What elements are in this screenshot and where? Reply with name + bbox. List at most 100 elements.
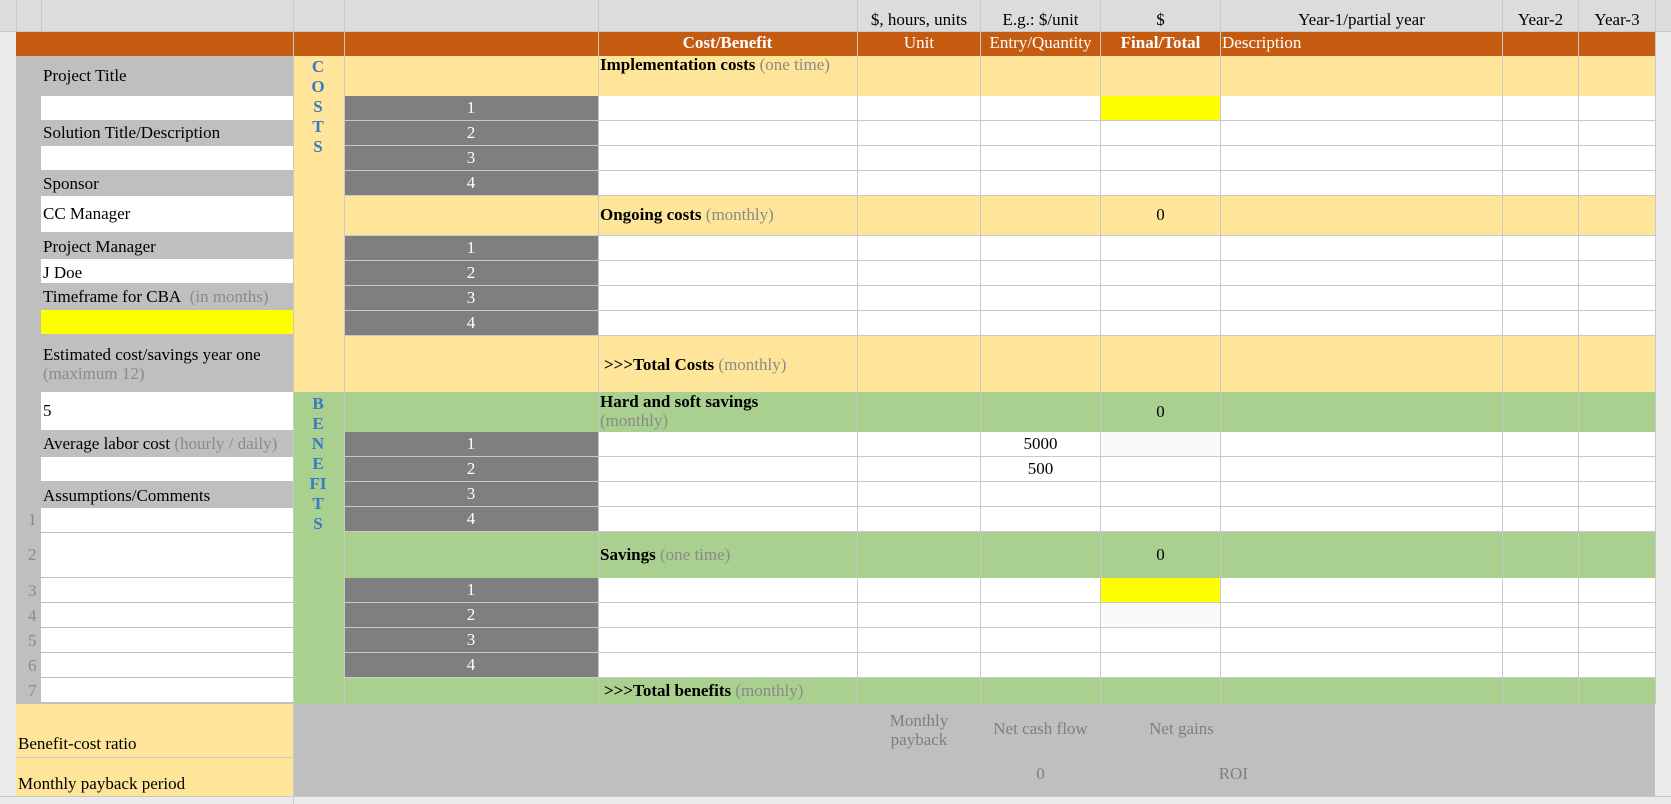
savings-row[interactable] bbox=[598, 653, 1655, 677]
final-hint: $ bbox=[1156, 10, 1165, 29]
implementation-number: 1 bbox=[344, 96, 598, 120]
hard-soft-total: 0 bbox=[1156, 402, 1165, 421]
assumption-number: 7 bbox=[28, 681, 37, 700]
savings-note: (one time) bbox=[660, 545, 731, 564]
benefit-cost-ratio-label: Benefit-cost ratio bbox=[18, 734, 137, 753]
entry-header: Entry/Quantity bbox=[989, 33, 1092, 52]
hard-soft-row[interactable] bbox=[598, 482, 1655, 506]
implementation-number: 2 bbox=[344, 121, 598, 145]
savings-header: Savings (one time) bbox=[598, 545, 856, 565]
grid-h bbox=[344, 602, 1655, 603]
ongoing-number: 2 bbox=[344, 261, 598, 285]
monthly-payback-period-label: Monthly payback period bbox=[18, 774, 186, 793]
labor-input[interactable] bbox=[41, 457, 293, 481]
implementation-row[interactable] bbox=[598, 171, 1655, 195]
costs-vertical-label: COSTS bbox=[311, 57, 325, 156]
hard-soft-header: Hard and soft savings (monthly) bbox=[598, 392, 856, 432]
solution-title-input[interactable] bbox=[41, 146, 293, 170]
assumption-input[interactable] bbox=[41, 678, 293, 702]
labor-note: (hourly / daily) bbox=[174, 434, 278, 453]
entry-hint: E.g.: $/unit bbox=[1002, 10, 1079, 29]
roi-label: ROI bbox=[1218, 764, 1248, 783]
assumption-input[interactable] bbox=[41, 603, 293, 627]
hard-soft-number: 2 bbox=[344, 457, 598, 481]
ongoing-number: 4 bbox=[344, 311, 598, 335]
implementation-number: 3 bbox=[344, 146, 598, 170]
assumption-input[interactable] bbox=[41, 508, 293, 532]
ongoing-number: 1 bbox=[344, 236, 598, 260]
grid-v bbox=[41, 0, 42, 32]
implementation-header: Implementation costs (one time) bbox=[598, 56, 856, 96]
hard-soft-entry-2[interactable]: 500 bbox=[981, 459, 1100, 479]
total-benefits-title: >>>Total benefits bbox=[604, 681, 732, 700]
hard-soft-number: 4 bbox=[344, 507, 598, 531]
savings-row[interactable] bbox=[598, 628, 1655, 652]
hard-soft-number: 1 bbox=[344, 432, 598, 456]
ongoing-total: 0 bbox=[1156, 205, 1165, 224]
net-cash-flow-label: Net cash flow bbox=[993, 719, 1088, 738]
hard-soft-row[interactable] bbox=[598, 507, 1655, 531]
implementation-number: 4 bbox=[344, 171, 598, 195]
grid-v bbox=[857, 0, 858, 704]
implementation-row[interactable] bbox=[598, 121, 1655, 145]
savings-total: 0 bbox=[1156, 545, 1165, 564]
implementation-total-cell[interactable] bbox=[1101, 96, 1220, 120]
grid-h bbox=[344, 456, 1655, 457]
project-manager-input[interactable]: J Doe bbox=[41, 259, 293, 283]
grid-h bbox=[344, 235, 1655, 236]
assumption-number: 2 bbox=[28, 545, 37, 564]
year2-header: Year-2 bbox=[1517, 10, 1564, 29]
savings-final-cell[interactable] bbox=[1101, 578, 1220, 602]
hard-soft-number: 3 bbox=[344, 482, 598, 506]
implementation-title: Implementation costs bbox=[600, 56, 756, 74]
grid-v bbox=[1578, 0, 1579, 704]
total-benefits-note: (monthly) bbox=[735, 681, 804, 700]
savings-number: 2 bbox=[344, 603, 598, 627]
grid-v bbox=[1220, 0, 1221, 704]
project-title-input[interactable] bbox=[41, 96, 293, 120]
timeframe-input[interactable] bbox=[41, 310, 293, 334]
year1-header: Year-1/partial year bbox=[1298, 10, 1425, 29]
assumption-input[interactable] bbox=[41, 653, 293, 677]
year3-header: Year-3 bbox=[1594, 10, 1640, 29]
ongoing-row[interactable] bbox=[598, 311, 1655, 335]
implementation-row[interactable] bbox=[598, 146, 1655, 170]
grid-h bbox=[344, 120, 1655, 121]
grid-h bbox=[344, 652, 1655, 653]
assumption-input[interactable] bbox=[41, 628, 293, 652]
grid-v bbox=[1502, 0, 1503, 704]
sponsor-input[interactable]: CC Manager bbox=[41, 196, 293, 232]
hard-soft-row[interactable] bbox=[598, 457, 1655, 481]
monthly-payback-label: Monthly payback bbox=[889, 711, 949, 749]
assumption-number: 4 bbox=[28, 606, 37, 625]
ongoing-title: Ongoing costs bbox=[600, 205, 702, 224]
timeframe-note: (in months) bbox=[189, 287, 269, 306]
assumption-input[interactable] bbox=[41, 578, 293, 602]
description-header: Description bbox=[1222, 33, 1302, 52]
project-title-label: Project Title bbox=[43, 66, 127, 85]
spreadsheet: $, hours, units E.g.: $/unit $ Year-1/pa… bbox=[0, 0, 1671, 804]
left-gutter bbox=[0, 0, 16, 804]
ongoing-note: (monthly) bbox=[705, 205, 774, 224]
grid-h bbox=[0, 31, 1671, 32]
total-costs-note: (monthly) bbox=[718, 355, 787, 374]
net-gains-label: Net gains bbox=[1149, 719, 1214, 738]
savings-final-cell-2[interactable] bbox=[1101, 603, 1220, 627]
ongoing-row[interactable] bbox=[598, 286, 1655, 310]
hard-soft-final-cell[interactable] bbox=[1101, 432, 1220, 456]
ongoing-row[interactable] bbox=[598, 236, 1655, 260]
grid-h bbox=[344, 170, 1655, 171]
grid-h bbox=[344, 285, 1655, 286]
hard-soft-entry-1[interactable]: 5000 bbox=[981, 434, 1100, 454]
assumptions-label: Assumptions/Comments bbox=[43, 486, 211, 505]
assumption-number: 1 bbox=[28, 510, 37, 529]
assumption-input[interactable] bbox=[41, 533, 293, 577]
savings-number: 4 bbox=[344, 653, 598, 677]
benefits-vertical-label: BENEFITS bbox=[309, 394, 327, 533]
estimated-input[interactable]: 5 bbox=[41, 392, 293, 430]
estimated-note: (maximum 12) bbox=[43, 364, 145, 383]
cost-benefit-header: Cost/Benefit bbox=[682, 33, 773, 52]
savings-number: 1 bbox=[344, 578, 598, 602]
ongoing-row[interactable] bbox=[598, 261, 1655, 285]
hard-soft-title: Hard and soft savings bbox=[600, 392, 759, 411]
